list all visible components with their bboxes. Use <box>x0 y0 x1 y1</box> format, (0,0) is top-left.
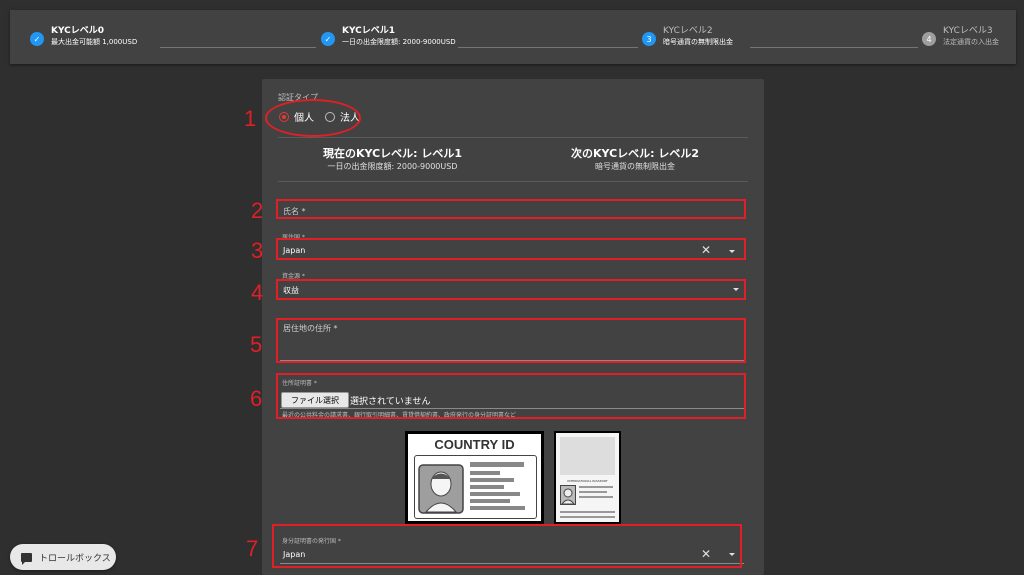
step-sub: 最大出金可能額 1,000USD <box>51 38 138 46</box>
step-connector <box>750 47 918 48</box>
step-connector <box>458 47 638 48</box>
step-sub: 一日の出金限度額: 2000-9000USD <box>342 38 456 46</box>
id-card-image: COUNTRY ID <box>405 431 544 524</box>
step-title: KYCレベル0 <box>51 26 105 36</box>
annotation-number: 2 <box>251 198 264 223</box>
next-level-title: 次のKYCレベル: レベル2 <box>570 147 700 160</box>
annotation-number: 4 <box>251 280 264 305</box>
passport-face-icon <box>560 485 576 505</box>
annotation-box <box>276 238 746 260</box>
trollbox-label: トロールボックス <box>39 553 111 564</box>
step-title: KYCレベル1 <box>342 26 396 36</box>
annotation-box <box>276 373 746 419</box>
annotation-box <box>276 318 746 363</box>
step-title: KYCレベル3 <box>943 26 993 36</box>
check-icon: ✓ <box>30 32 44 46</box>
step-connector <box>160 47 316 48</box>
divider <box>278 181 748 182</box>
step-number-icon: 3 <box>642 32 656 46</box>
step-title: KYCレベル2 <box>663 26 713 36</box>
annotation-box <box>276 199 746 219</box>
step-sub: 法定通貨の入出金 <box>943 38 999 46</box>
annotation-number: 3 <box>251 238 264 263</box>
id-card-title: COUNTRY ID <box>434 437 515 452</box>
step-number-icon: 4 <box>922 32 936 46</box>
annotation-box <box>272 524 742 568</box>
chat-icon <box>21 552 32 565</box>
annotation-oval <box>265 99 361 137</box>
step-sub: 暗号通貨の無制限出金 <box>663 38 733 46</box>
current-level-title: 現在のKYCレベル: レベル1 <box>322 147 463 160</box>
step-kyc3[interactable]: 4 KYCレベル3 法定通貨の入出金 <box>922 26 999 47</box>
passport-title: INTERNATIONAL PASSPORT <box>567 479 608 483</box>
face-icon <box>418 464 464 514</box>
annotation-number: 7 <box>246 536 259 561</box>
trollbox-button[interactable]: トロールボックス <box>10 544 116 570</box>
kyc-stepper: ✓ KYCレベル0 最大出金可能額 1,000USD ✓ KYCレベル1 一日の… <box>10 10 1016 64</box>
divider <box>278 137 748 138</box>
annotation-number: 1 <box>244 106 257 131</box>
annotation-box <box>276 279 746 300</box>
passport-image: INTERNATIONAL PASSPORT <box>554 431 621 524</box>
step-kyc0[interactable]: ✓ KYCレベル0 最大出金可能額 1,000USD <box>30 26 137 47</box>
annotation-number: 5 <box>250 332 263 357</box>
step-kyc1[interactable]: ✓ KYCレベル1 一日の出金限度額: 2000-9000USD <box>321 26 456 47</box>
check-icon: ✓ <box>321 32 335 46</box>
annotation-number: 6 <box>250 386 263 411</box>
step-kyc2[interactable]: 3 KYCレベル2 暗号通貨の無制限出金 <box>642 26 733 47</box>
current-level-sub: 一日の出金限度額: 2000-9000USD <box>327 162 458 171</box>
next-level-sub: 暗号通貨の無制限出金 <box>595 162 675 171</box>
